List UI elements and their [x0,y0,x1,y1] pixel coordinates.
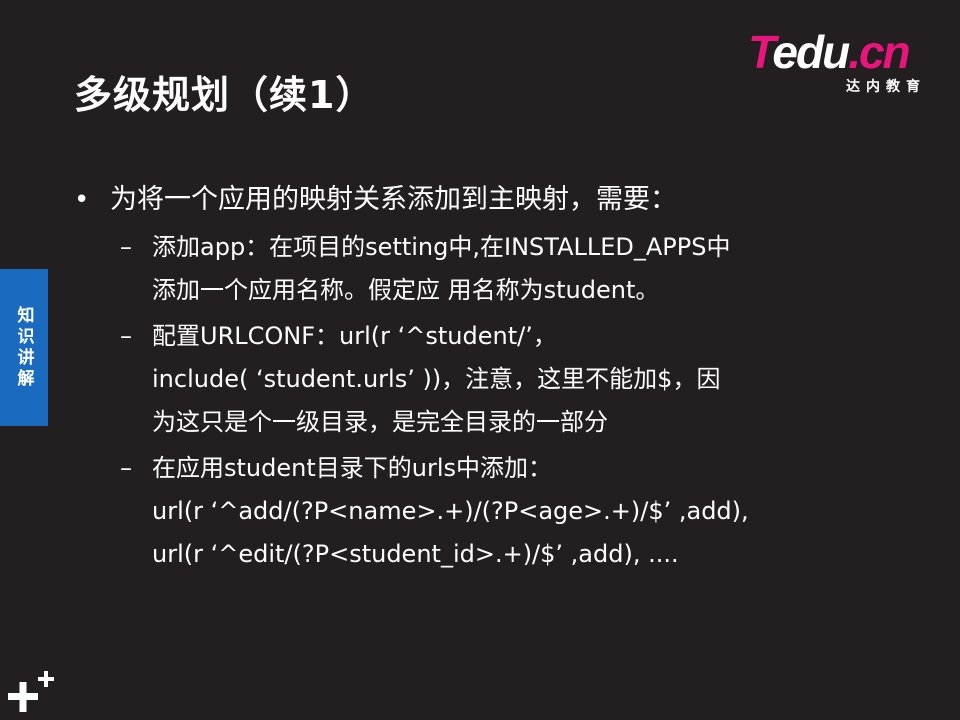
dash-icon: – [120,233,132,261]
dash-icon: – [120,322,132,350]
sub-item-text: include( ‘student.urls’ ))，注意，这里不能加$，因 [152,365,721,393]
logo-subtitle: 达内教育 [846,79,926,95]
side-tab-label: 知识讲解 [13,305,34,390]
sub-item-text: 在应用student目录下的urls中添加： [152,454,552,482]
sub-item-line: – 配置URLCONF：url(r ‘^student/’， [74,315,874,358]
sub-item-line: include( ‘student.urls’ ))，注意，这里不能加$，因 [74,358,874,401]
tedu-logo: Tedu.cn 达内教育 [748,26,928,100]
side-tab: 知识讲解 [0,269,48,426]
sub-item-text: 添加一个应用名称。假定应 用名称为student。 [152,276,660,304]
sub-item-2: – 配置URLCONF：url(r ‘^student/’， include( ‘… [74,315,874,444]
plus-logo-icon [8,671,54,712]
bullet-dot-icon: • [74,185,90,215]
slide: 多级规划（续1） Tedu.cn 达内教育 知识讲解 • 为将一个应用的映射关系… [0,0,960,720]
sub-item-1: – 添加app：在项目的setting中,在INSTALLED_APPS中 添加一… [74,226,874,312]
dash-icon: – [120,454,132,482]
sub-item-line: url(r ‘^add/(?P<name>.+)/(?P<age>.+)/$’ … [74,490,874,533]
slide-content: • 为将一个应用的映射关系添加到主映射，需要： – 添加app：在项目的setti… [74,178,874,576]
main-bullet-text: 为将一个应用的映射关系添加到主映射，需要： [110,184,677,215]
sub-item-text: url(r ‘^add/(?P<name>.+)/(?P<age>.+)/$’ … [152,497,749,525]
logo-edu: edu [772,26,850,78]
sub-item-line: url(r ‘^edit/(?P<student_id>.+)/$’ ,add)… [74,533,874,576]
sub-item-line: – 添加app：在项目的setting中,在INSTALLED_APPS中 [74,226,874,269]
sub-item-line: – 在应用student目录下的urls中添加： [74,447,874,490]
sub-item-line: 添加一个应用名称。假定应 用名称为student。 [74,269,874,312]
sub-item-text: url(r ‘^edit/(?P<student_id>.+)/$’ ,add)… [152,540,679,568]
sub-item-text: 添加app：在项目的setting中,在INSTALLED_APPS中 [152,233,731,261]
logo-wordmark: Tedu.cn [748,26,911,78]
sub-item-text: 为这只是个一级目录，是完全目录的一部分 [152,408,608,436]
sub-item-line: 为这只是个一级目录，是完全目录的一部分 [74,401,874,444]
sub-item-3: – 在应用student目录下的urls中添加： url(r ‘^add/(?P<… [74,447,874,576]
main-bullet: • 为将一个应用的映射关系添加到主映射，需要： [74,178,874,222]
slide-title: 多级规划（续1） [74,73,375,117]
logo-t: T [748,26,774,78]
sub-item-text: 配置URLCONF：url(r ‘^student/’， [152,322,557,350]
logo-cn: .cn [848,26,910,78]
